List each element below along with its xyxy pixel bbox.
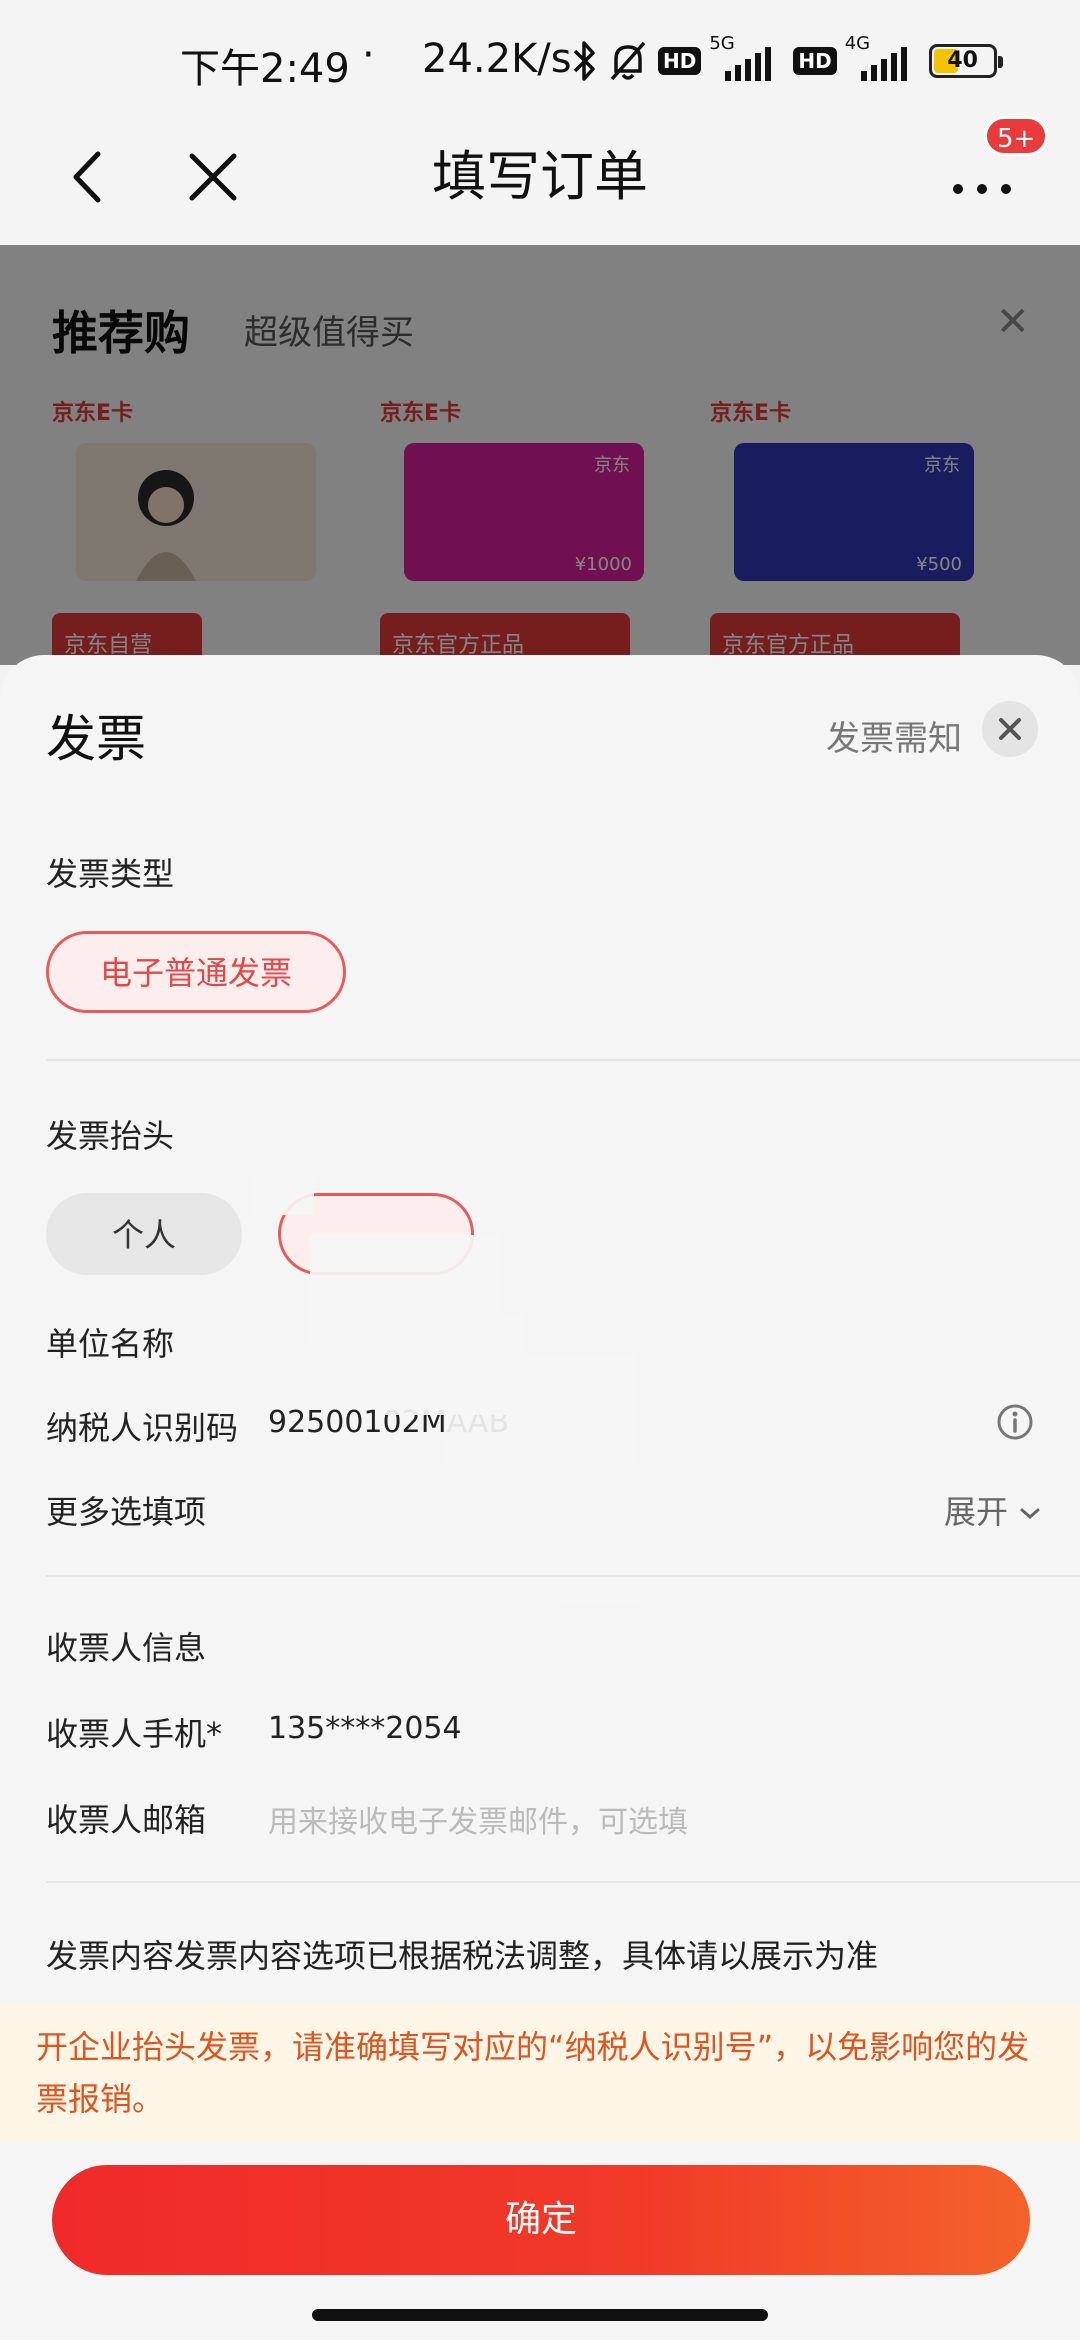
status-bar: 下午2:49 · 24.2K/s HD 5G HD 4G 40: [0, 0, 1080, 120]
privacy-blur: [254, 1175, 314, 1215]
sheet-close-icon[interactable]: [982, 701, 1038, 757]
hd-badge-2: HD: [793, 47, 837, 75]
invoice-content-note: 发票内容发票内容选项已根据税法调整，具体请以展示为准: [46, 1937, 879, 1975]
company-name-label: 单位名称: [46, 1325, 175, 1363]
modal-overlay[interactable]: [0, 245, 1080, 665]
confirm-button[interactable]: 确定: [52, 2165, 1030, 2275]
receiver-phone-input[interactable]: 135****2054: [268, 1711, 462, 1746]
mute-bell-icon: [610, 41, 646, 81]
info-icon[interactable]: [996, 1403, 1034, 1441]
tax-id-label: 纳税人识别码: [46, 1409, 239, 1447]
invoice-type-electronic[interactable]: 电子普通发票: [46, 931, 346, 1013]
more-options-label: 更多选填项: [46, 1493, 207, 1531]
battery-icon: 40: [928, 44, 1003, 78]
invoice-header-label: 发票抬头: [46, 1117, 175, 1155]
home-indicator: [312, 2309, 768, 2321]
signal-icon: 5G: [709, 33, 785, 83]
bluetooth-icon: [573, 41, 595, 81]
notification-badge: 5+: [984, 116, 1049, 156]
expand-toggle[interactable]: 展开: [944, 1487, 1042, 1533]
privacy-blur: [446, 1355, 636, 1465]
receiver-email-label: 收票人邮箱: [46, 1801, 207, 1839]
divider: [46, 1881, 1080, 1883]
divider: [46, 1575, 1080, 1577]
status-time: 下午2:49: [180, 46, 350, 92]
invoice-notice-link[interactable]: 发票需知: [826, 711, 962, 760]
hd-badge: HD: [658, 47, 702, 75]
expand-label: 展开: [944, 1493, 1009, 1531]
chevron-down-icon: [1020, 1508, 1040, 1519]
status-icons: HD 5G HD 4G 40: [572, 33, 1003, 86]
nav-bar: 填写订单: [0, 120, 1080, 245]
receiver-phone-label: 收票人手机*: [46, 1715, 223, 1753]
receiver-email-input[interactable]: 用来接收电子发票邮件，可选填: [268, 1797, 688, 1841]
page-title: 填写订单: [432, 145, 648, 208]
status-dot: ·: [362, 32, 375, 78]
tax-id-warning: 开企业抬头发票，请准确填写对应的“纳税人识别号”，以免影响您的发票报销。: [0, 2003, 1080, 2143]
privacy-blur: [560, 1505, 640, 1605]
signal-icon-2: 4G: [845, 33, 921, 83]
network-speed: 24.2K/s: [422, 36, 572, 82]
invoice-type-label: 发票类型: [46, 855, 175, 893]
divider: [46, 1059, 1080, 1061]
battery-level: 40: [947, 48, 978, 73]
invoice-sheet: 发票 发票需知 发票类型 电子普通发票 发票抬头 个人 单位名称 纳税人识别码 …: [0, 655, 1080, 2340]
sheet-title: 发票: [46, 710, 146, 768]
header-option-personal[interactable]: 个人: [46, 1193, 242, 1275]
receiver-section-label: 收票人信息: [46, 1629, 207, 1667]
